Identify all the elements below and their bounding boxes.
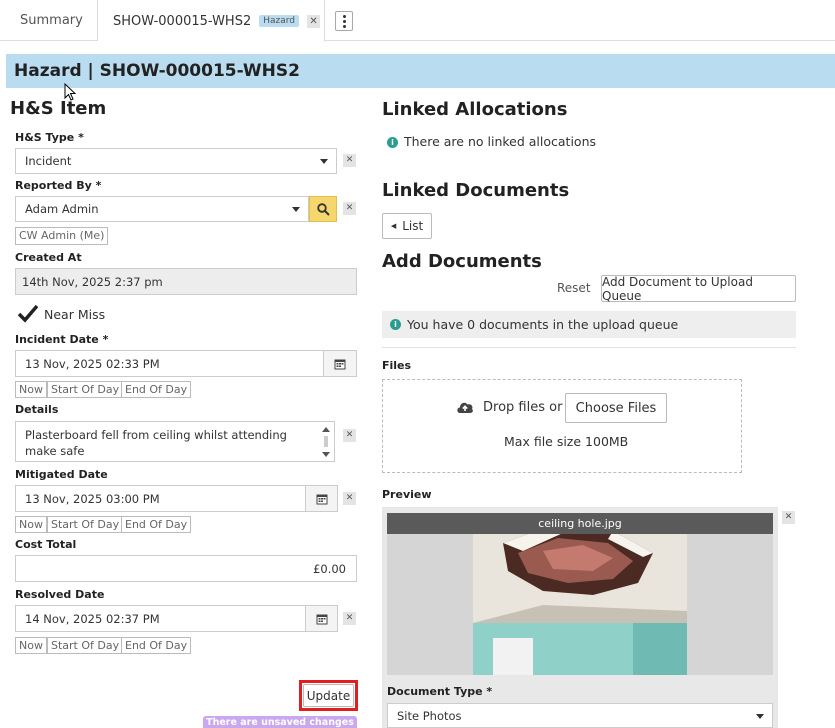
linked-documents-heading: Linked Documents <box>382 180 570 201</box>
ceiling-hole-photo[interactable] <box>473 513 687 675</box>
incident-calendar-button[interactable] <box>323 350 357 377</box>
chevron-down-icon <box>320 159 328 164</box>
resolved-date-input[interactable]: 14 Nov, 2025 02:37 PM <box>15 605 306 632</box>
add-to-queue-button[interactable]: Add Document to Upload Queue <box>601 275 796 303</box>
me-chip-button[interactable]: CW Admin (Me) <box>15 227 109 245</box>
hs-type-value: Incident <box>25 154 72 168</box>
update-button[interactable]: Update <box>303 684 354 707</box>
reported-by-value: Adam Admin <box>25 202 99 216</box>
document-type-select[interactable]: Site Photos <box>387 703 773 728</box>
mitigated-start-of-day-button[interactable]: Start Of Day <box>47 516 124 533</box>
choose-files-button[interactable]: Choose Files <box>565 393 667 423</box>
cost-total-input[interactable]: £0.00 <box>15 555 357 582</box>
incident-end-of-day-button[interactable]: End Of Day <box>121 381 192 398</box>
upload-queue-text: You have 0 documents in the upload queue <box>407 317 679 332</box>
page-title: Hazard | SHOW-000015-WHS2 <box>6 54 835 88</box>
preview-label: Preview <box>382 488 432 501</box>
reset-link[interactable]: Reset <box>557 281 591 295</box>
clear-details-icon[interactable]: ✕ <box>343 429 356 442</box>
near-miss-checkbox[interactable] <box>17 304 39 324</box>
tab-record[interactable]: SHOW-000015-WHS2 Hazard ✕ <box>98 0 325 42</box>
search-user-button[interactable] <box>309 196 337 222</box>
hs-type-label: H&S Type * <box>15 131 84 144</box>
tab-summary[interactable]: Summary <box>8 0 98 41</box>
mitigated-now-button[interactable]: Now <box>15 516 47 533</box>
tab-bar: Summary SHOW-000015-WHS2 Hazard ✕ <box>0 0 835 42</box>
caret-left-icon: ◀ <box>390 222 397 230</box>
incident-date-input[interactable]: 13 Nov, 2025 02:33 PM <box>15 350 324 377</box>
created-at-field: 14th Nov, 2025 2:37 pm <box>15 268 357 295</box>
near-miss-label: Near Miss <box>44 307 106 322</box>
chevron-down-icon <box>292 207 300 212</box>
linked-allocations-heading: Linked Allocations <box>382 99 568 120</box>
resolved-now-button[interactable]: Now <box>15 637 47 654</box>
tab-record-label: SHOW-000015-WHS2 <box>113 13 252 29</box>
mitigated-date-label: Mitigated Date <box>15 468 108 481</box>
resolved-end-of-day-button[interactable]: End Of Day <box>121 637 192 654</box>
resolved-calendar-button[interactable] <box>305 605 338 632</box>
resolved-date-label: Resolved Date <box>15 588 105 601</box>
mitigated-calendar-button[interactable] <box>305 485 338 512</box>
calendar-icon <box>316 614 327 624</box>
drop-files-text: Drop files or <box>483 400 563 415</box>
file-dropzone[interactable] <box>382 379 742 473</box>
incident-start-of-day-button[interactable]: Start Of Day <box>47 381 124 398</box>
clear-hs-type-icon[interactable]: ✕ <box>343 154 356 167</box>
chevron-down-icon <box>756 713 764 719</box>
unsaved-changes-notice: There are unsaved changes <box>203 716 357 728</box>
details-textarea[interactable]: Plasterboard fell from ceiling whilst at… <box>15 421 335 462</box>
clear-mitigated-date-icon[interactable]: ✕ <box>343 492 356 505</box>
incident-now-button[interactable]: Now <box>15 381 47 398</box>
textarea-scroll-icon[interactable] <box>320 425 332 459</box>
divider <box>382 347 796 348</box>
list-button-label: List <box>402 219 424 233</box>
resolved-start-of-day-button[interactable]: Start Of Day <box>47 637 124 654</box>
hs-item-heading: H&S Item <box>10 98 107 119</box>
close-tab-icon[interactable]: ✕ <box>307 14 321 28</box>
incident-date-label: Incident Date * <box>15 333 109 346</box>
details-label: Details <box>15 403 59 416</box>
calendar-icon <box>334 359 346 369</box>
info-icon: i <box>390 319 401 330</box>
reported-by-select[interactable]: Adam Admin <box>15 196 309 222</box>
no-allocations-message: i There are no linked allocations <box>387 134 596 149</box>
document-type-label: Document Type * <box>387 685 493 698</box>
tab-summary-label: Summary <box>20 13 83 28</box>
hs-type-select[interactable]: Incident <box>15 148 337 174</box>
document-type-value: Site Photos <box>397 708 462 723</box>
calendar-icon <box>316 494 327 504</box>
max-file-size-text: Max file size 100MB <box>504 434 629 449</box>
upload-queue-status: i You have 0 documents in the upload queu… <box>382 311 796 338</box>
mitigated-date-input[interactable]: 13 Nov, 2025 03:00 PM <box>15 485 306 512</box>
reported-by-label: Reported By * <box>15 179 102 192</box>
files-label: Files <box>382 359 412 372</box>
mitigated-end-of-day-button[interactable]: End Of Day <box>121 516 192 533</box>
cost-total-label: Cost Total <box>15 538 77 551</box>
preview-filename: ceiling hole.jpg <box>387 513 773 534</box>
hazard-badge: Hazard <box>259 15 300 27</box>
cloud-upload-icon <box>457 402 473 413</box>
add-documents-heading: Add Documents <box>382 251 542 272</box>
created-at-label: Created At <box>15 251 82 264</box>
remove-preview-icon[interactable]: ✕ <box>782 511 795 524</box>
info-icon: i <box>387 137 398 148</box>
more-options-icon[interactable] <box>335 11 353 31</box>
clear-reported-by-icon[interactable]: ✕ <box>343 202 356 215</box>
list-button[interactable]: ◀ List <box>382 213 432 239</box>
no-allocations-text: There are no linked allocations <box>404 134 597 149</box>
clear-resolved-date-icon[interactable]: ✕ <box>343 612 356 625</box>
search-icon <box>316 202 330 216</box>
